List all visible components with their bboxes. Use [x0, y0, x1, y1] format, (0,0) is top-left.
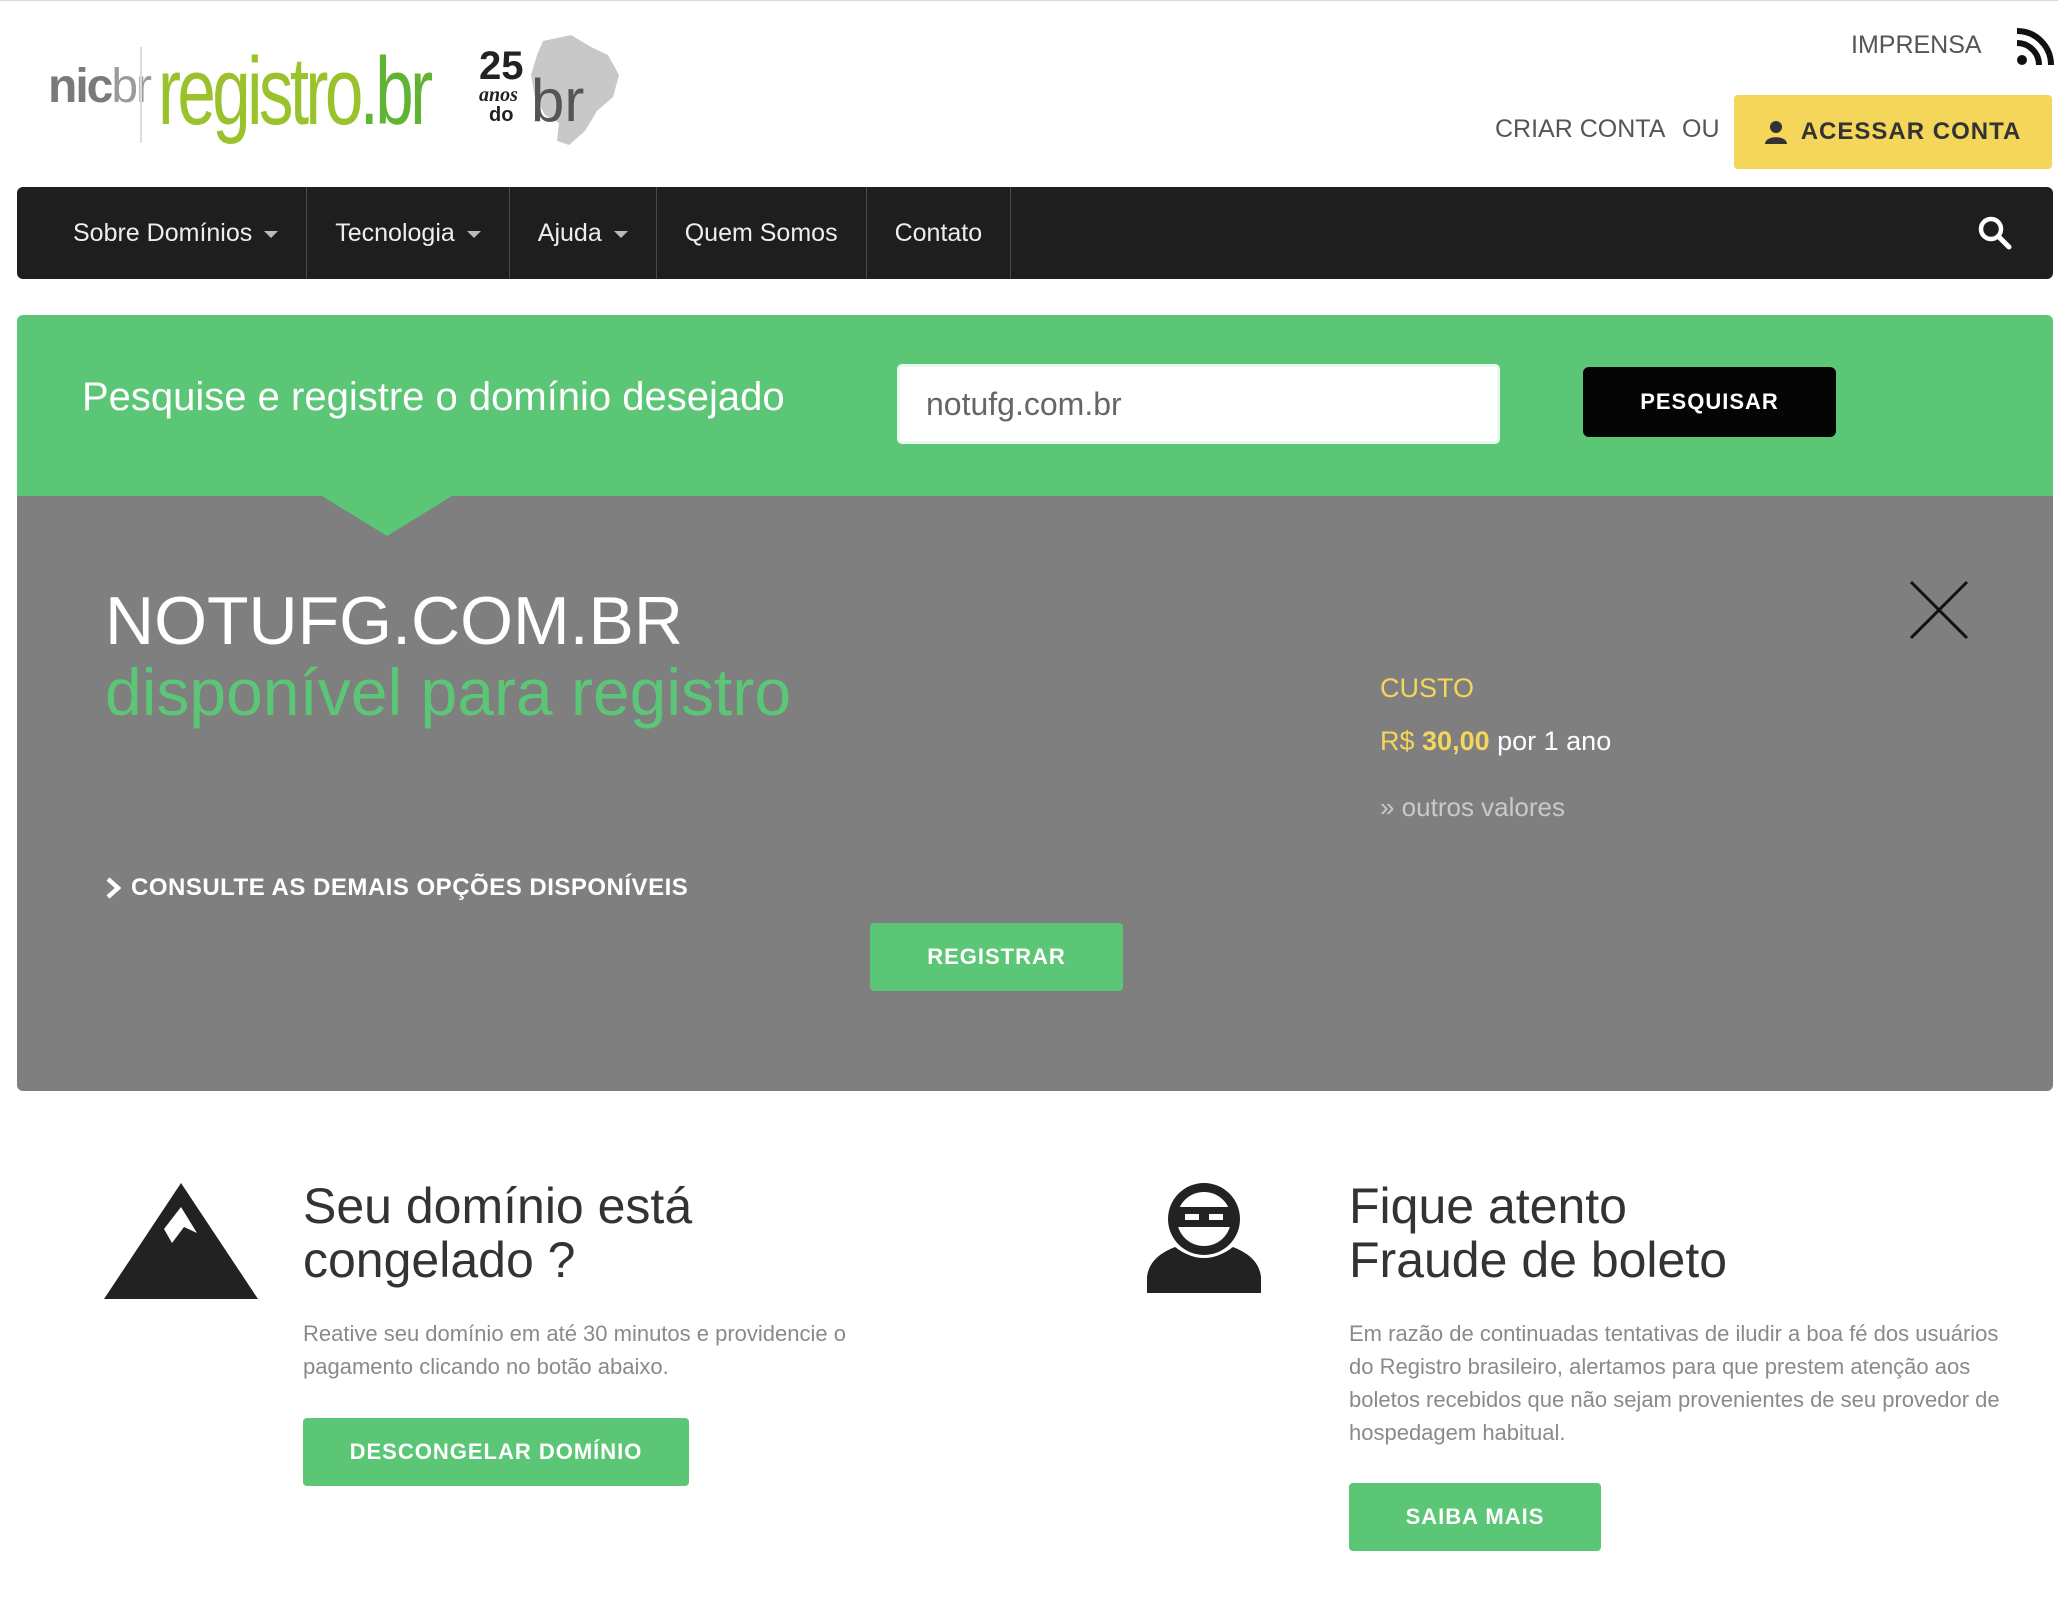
main-navbar: Sobre Domínios Tecnologia Ajuda Quem Som… [17, 187, 2053, 279]
nav-item-label: Sobre Domínios [73, 218, 253, 247]
logo-25-br: br [531, 67, 584, 134]
nic-logo-suffix: br [111, 60, 152, 113]
nic-br-logo: nicbr [48, 59, 152, 114]
nav-item-label: Contato [894, 218, 983, 247]
nav-item-label: Ajuda [537, 218, 602, 247]
nav-item-quem-somos[interactable]: Quem Somos [657, 187, 867, 279]
caret-down-icon [466, 231, 481, 238]
logo-25-number: 25 [479, 44, 524, 88]
result-status: disponível para registro [105, 655, 792, 729]
nav-item-contato[interactable]: Contato [867, 187, 1012, 279]
domain-search-input[interactable] [897, 364, 1500, 444]
price-period: por 1 ano [1497, 726, 1612, 756]
registrar-button[interactable]: REGISTRAR [870, 923, 1123, 991]
registro-logo-text: registro [158, 38, 363, 145]
congelado-title-line2: congelado ? [303, 1232, 576, 1288]
site-logo[interactable]: nicbr registro.br 25 anos do br [48, 31, 628, 156]
price-value: 30,00 [1422, 726, 1490, 756]
nav-item-label: Tecnologia [335, 218, 455, 247]
domain-search-band: Pesquise e registre o domínio desejado P… [17, 315, 2053, 496]
user-icon [1764, 121, 1787, 144]
logo-25-do: do [489, 104, 513, 126]
nav-item-label: Quem Somos [684, 218, 838, 247]
search-result-panel: NOTUFG.COM.BR disponível para registro C… [17, 496, 2053, 1091]
congelado-title-line1: Seu domínio está [303, 1178, 693, 1234]
nav-item-sobre-dominios[interactable]: Sobre Domínios [17, 187, 308, 279]
nav-item-ajuda[interactable]: Ajuda [510, 187, 657, 279]
mountain-icon [104, 1183, 258, 1299]
price-text: R$ 30,00 por 1 ano [1380, 726, 1611, 757]
caret-down-icon [264, 231, 279, 238]
25-anos-br-logo: 25 anos do br [479, 35, 619, 145]
outros-valores-link[interactable]: » outros valores [1380, 792, 1565, 823]
saiba-mais-button[interactable]: SAIBA MAIS [1349, 1483, 1601, 1551]
price-currency: R$ [1380, 726, 1415, 756]
caret-down-icon [613, 231, 628, 238]
acessar-conta-label: ACESSAR CONTA [1800, 118, 2022, 145]
rss-icon[interactable] [2015, 27, 2055, 67]
nic-logo-text: nic [48, 60, 113, 113]
congelado-body: Reative seu domínio em até 30 minutos e … [303, 1321, 846, 1379]
registro-br-logo: registro.br [158, 37, 433, 147]
result-domain: NOTUFG.COM.BR [105, 583, 683, 659]
logo-25-anos: anos [479, 84, 518, 106]
registro-logo-suffix: .br [359, 38, 433, 145]
fraude-title-line1: Fique atento [1349, 1178, 1627, 1234]
acessar-conta-button[interactable]: ACESSAR CONTA [1734, 95, 2052, 169]
fraude-title: Fique atento Fraude de boleto [1349, 1179, 1727, 1287]
pesquisar-button[interactable]: PESQUISAR [1583, 367, 1836, 437]
nav-item-tecnologia[interactable]: Tecnologia [307, 187, 510, 279]
logo-divider [140, 47, 142, 143]
fraude-body: Em razão de continuadas tentativas de il… [1349, 1321, 2000, 1445]
consulte-label: CONSULTE AS DEMAIS OPÇÕES DISPONÍVEIS [131, 874, 689, 901]
fraude-title-line2: Fraude de boleto [1349, 1232, 1728, 1288]
hacker-icon [1147, 1183, 1261, 1293]
consulte-opcoes-link[interactable]: CONSULTE AS DEMAIS OPÇÕES DISPONÍVEIS [105, 874, 688, 902]
criar-conta-link[interactable]: CRIAR CONTA [1495, 115, 1665, 144]
congelado-title: Seu domínio está congelado ? [303, 1179, 692, 1287]
cost-label: CUSTO [1380, 673, 1475, 703]
chevron-right-icon [106, 877, 122, 899]
descongelar-dominio-button[interactable]: DESCONGELAR DOMÍNIO [303, 1418, 689, 1486]
or-text: OU [1682, 115, 1720, 143]
search-icon[interactable] [1977, 215, 2013, 251]
search-heading: Pesquise e registre o domínio desejado [82, 375, 785, 419]
imprensa-link[interactable]: IMPRENSA [1851, 31, 1982, 60]
close-icon[interactable] [1907, 578, 1971, 642]
panel-pointer [322, 496, 452, 536]
